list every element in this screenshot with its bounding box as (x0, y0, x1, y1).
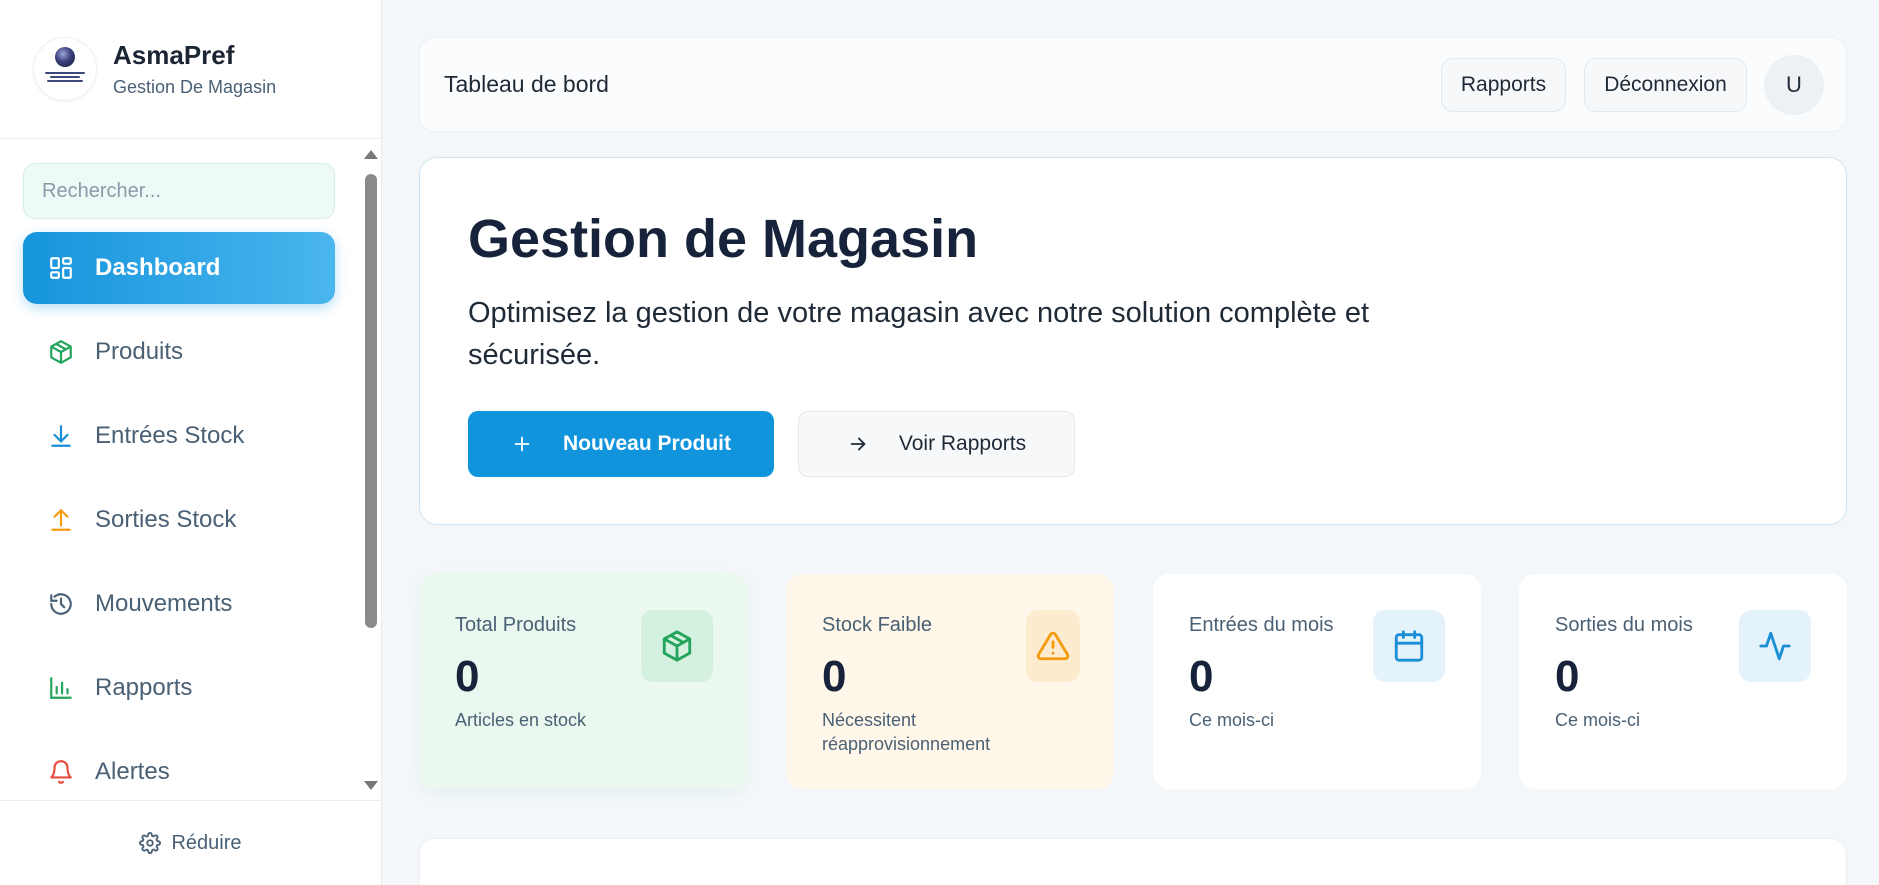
warning-icon (1026, 610, 1080, 682)
history-icon (47, 590, 75, 618)
stat-card-stock-faible: Stock Faible 0 Nécessitent réapprovision… (786, 574, 1114, 789)
hero-card: Gestion de Magasin Optimisez la gestion … (419, 157, 1847, 525)
sidebar-item-mouvements[interactable]: Mouvements (23, 568, 335, 640)
sidebar-item-rapports[interactable]: Rapports (23, 652, 335, 724)
sidebar-item-label: Sorties Stock (95, 506, 237, 533)
arrow-right-icon (847, 433, 869, 455)
upload-icon (47, 506, 75, 534)
page-title: Tableau de bord (444, 71, 609, 97)
stat-value: 0 (455, 652, 480, 701)
scroll-thumb[interactable] (365, 174, 377, 628)
activity-icon (1739, 610, 1811, 682)
stat-subtext: Nécessitent réapprovisionnement (822, 710, 991, 754)
package-icon (641, 610, 713, 682)
bell-icon (47, 758, 75, 786)
package-icon (47, 338, 75, 366)
topbar: Tableau de bord Rapports Déconnexion U (419, 37, 1847, 132)
stat-label: Stock Faible (822, 614, 933, 636)
stat-value: 0 (1189, 652, 1214, 701)
stat-subtext: Articles en stock (455, 710, 587, 730)
stat-value: 0 (1555, 652, 1580, 701)
sidebar-item-alertes[interactable]: Alertes (23, 736, 335, 800)
sidebar-item-label: Produits (95, 338, 184, 365)
sidebar-item-label: Alertes (95, 758, 170, 785)
bottom-section-card (419, 838, 1847, 885)
sidebar-item-label: Mouvements (95, 590, 233, 617)
stat-label: Sorties du mois (1555, 614, 1693, 636)
scroll-up-arrow-icon[interactable] (364, 150, 378, 159)
hero-title: Gestion de Magasin (468, 209, 979, 269)
stat-card-total-produits: Total Produits 0 Articles en stock (419, 574, 747, 789)
brand-title: AsmaPref (113, 40, 235, 70)
stat-label: Total Produits (455, 614, 577, 636)
dashboard-icon (47, 254, 75, 282)
stat-value: 0 (822, 652, 847, 701)
collapse-sidebar-button[interactable]: Réduire (0, 800, 381, 885)
sidebar-item-label: Dashboard (95, 254, 221, 281)
brand-logo (33, 37, 97, 101)
download-icon (47, 422, 75, 450)
new-product-button[interactable]: Nouveau Produit (468, 411, 774, 477)
sidebar-item-produits[interactable]: Produits (23, 316, 335, 388)
scroll-down-arrow-icon[interactable] (364, 781, 378, 790)
calendar-icon (1373, 610, 1445, 682)
collapse-label: Réduire (171, 831, 242, 854)
view-reports-label: Voir Rapports (898, 432, 1027, 455)
new-product-label: Nouveau Produit (562, 432, 731, 455)
avatar[interactable]: U (1764, 55, 1824, 115)
sidebar-scrollbar[interactable] (360, 150, 382, 790)
sidebar-item-entrees-stock[interactable]: Entrées Stock (23, 400, 335, 472)
sidebar-item-sorties-stock[interactable]: Sorties Stock (23, 484, 335, 556)
view-reports-button[interactable]: Voir Rapports (798, 411, 1075, 477)
stat-label: Entrées du mois (1189, 614, 1334, 636)
stat-card-sorties-mois: Sorties du mois 0 Ce mois-ci (1519, 574, 1847, 789)
sidebar: AsmaPref Gestion De Magasin Rechercher..… (0, 0, 382, 885)
sidebar-item-label: Rapports (95, 674, 193, 701)
stat-subtext: Ce mois-ci (1555, 710, 1641, 730)
hero-description: Optimisez la gestion de votre magasin av… (468, 297, 1370, 371)
search-input[interactable]: Rechercher... (23, 163, 335, 219)
gear-icon (139, 832, 162, 854)
reports-button[interactable]: Rapports (1441, 58, 1566, 112)
brand-header: AsmaPref Gestion De Magasin (0, 0, 381, 139)
plus-icon (511, 433, 533, 455)
logout-button[interactable]: Déconnexion (1584, 58, 1747, 112)
stat-subtext: Ce mois-ci (1189, 710, 1275, 730)
brand-subtitle: Gestion De Magasin (113, 77, 277, 97)
sidebar-nav: Rechercher... Dashboard Produits Entrées… (0, 140, 381, 800)
sidebar-item-dashboard[interactable]: Dashboard (23, 232, 335, 304)
bar-chart-icon (47, 674, 75, 702)
stat-card-entrees-mois: Entrées du mois 0 Ce mois-ci (1153, 574, 1481, 789)
sidebar-item-label: Entrées Stock (95, 422, 245, 449)
